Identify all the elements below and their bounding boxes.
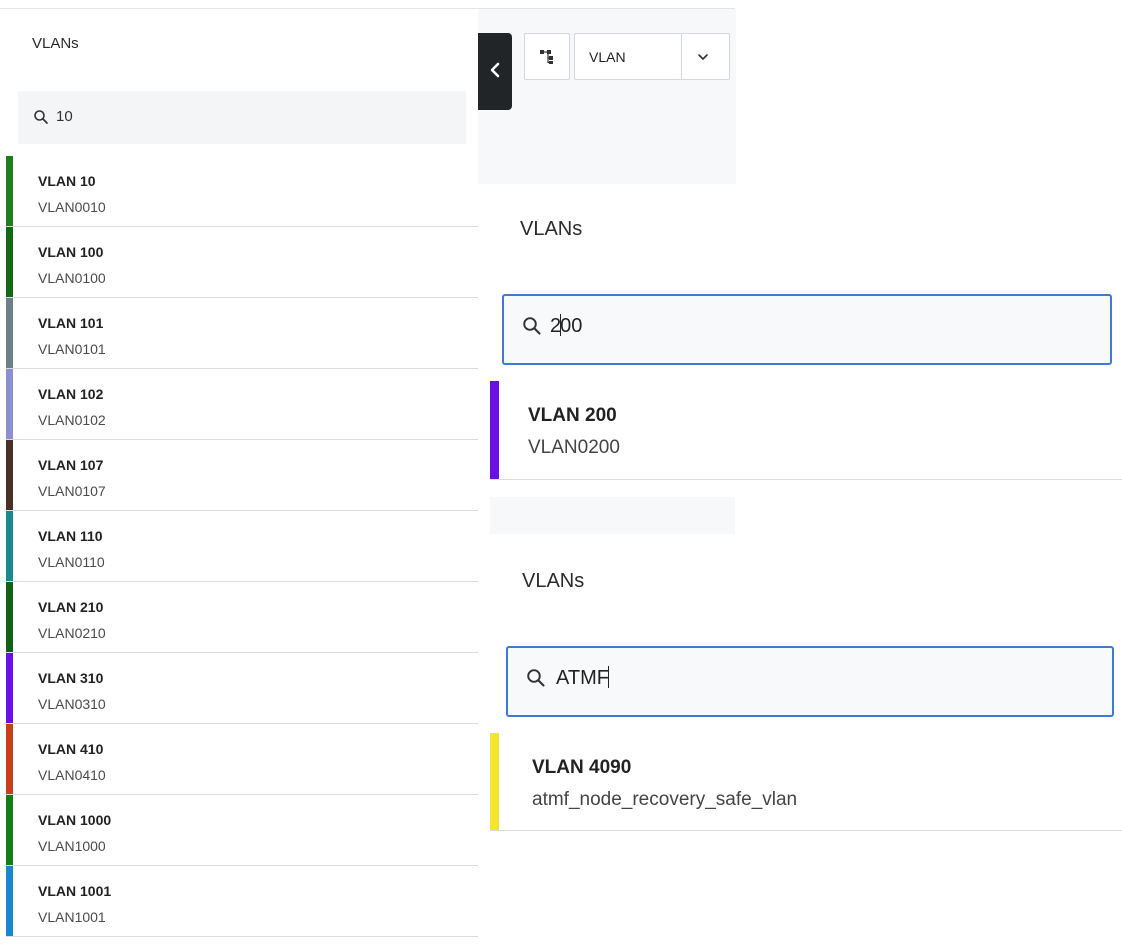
list-item[interactable]: VLAN 210 VLAN0210 bbox=[6, 582, 478, 653]
chevron-left-icon bbox=[490, 62, 500, 78]
vlan-name: VLAN 1000 bbox=[38, 812, 112, 828]
vlan-panel-search-atmf: VLANs ATMF VLAN 4090 atmf_node_recovery_… bbox=[490, 534, 1122, 949]
vlan-name: VLAN 110 bbox=[38, 528, 103, 544]
vlan-color-bar bbox=[6, 724, 13, 794]
vlan-description: VLAN0410 bbox=[38, 767, 106, 783]
panel-separator bbox=[490, 497, 735, 534]
vlan-name: VLAN 210 bbox=[38, 599, 104, 615]
search-input[interactable]: 10 bbox=[18, 91, 466, 144]
select-divider bbox=[681, 34, 682, 79]
vlan-description: atmf_node_recovery_safe_vlan bbox=[532, 789, 798, 810]
vlan-color-bar bbox=[6, 866, 13, 936]
search-value: ATMF bbox=[556, 666, 609, 689]
search-icon bbox=[523, 317, 541, 335]
vlan-name: VLAN 10 bbox=[38, 173, 96, 189]
vlan-color-bar bbox=[6, 440, 13, 510]
vlan-description: VLAN0110 bbox=[38, 554, 105, 570]
vlan-color-bar bbox=[6, 653, 13, 723]
list-item[interactable]: VLAN 102 VLAN0102 bbox=[6, 369, 478, 440]
collapse-panel-button[interactable] bbox=[478, 33, 512, 110]
vlan-description: VLAN0210 bbox=[38, 625, 106, 641]
list-item[interactable]: VLAN 1000 VLAN1000 bbox=[6, 795, 478, 866]
list-item[interactable]: VLAN 101 VLAN0101 bbox=[6, 298, 478, 369]
search-input[interactable]: 200 bbox=[502, 294, 1112, 365]
vlan-description: VLAN0010 bbox=[38, 199, 106, 215]
list-item[interactable]: VLAN 10 VLAN0010 bbox=[6, 156, 478, 227]
list-item[interactable]: VLAN 107 VLAN0107 bbox=[6, 440, 478, 511]
vlan-name: VLAN 4090 bbox=[532, 757, 632, 778]
list-item[interactable]: VLAN 1001 VLAN1001 bbox=[6, 866, 478, 937]
vlan-name: VLAN 101 bbox=[38, 315, 104, 331]
search-value: 200 bbox=[550, 314, 583, 337]
vlan-description: VLAN0101 bbox=[38, 341, 106, 357]
list-item[interactable]: VLAN 410 VLAN0410 bbox=[6, 724, 478, 795]
hierarchy-icon bbox=[540, 50, 553, 64]
vlan-description: VLAN1001 bbox=[38, 909, 106, 925]
search-input[interactable]: ATMF bbox=[506, 646, 1114, 717]
panel-title: VLANs bbox=[520, 218, 583, 240]
vlan-color-bar bbox=[490, 733, 499, 830]
chevron-down-icon bbox=[698, 54, 708, 60]
list-item[interactable]: VLAN 110 VLAN0110 bbox=[6, 511, 478, 582]
vlan-name: VLAN 107 bbox=[38, 457, 104, 473]
vlan-color-bar bbox=[6, 156, 13, 226]
vlan-color-bar bbox=[490, 381, 499, 479]
vlan-description: VLAN0102 bbox=[38, 412, 106, 428]
vlan-panel-search-200: VLANs 200 VLAN 200 VLAN0200 bbox=[490, 184, 1122, 497]
vlan-name: VLAN 100 bbox=[38, 244, 104, 260]
vlan-name: VLAN 102 bbox=[38, 386, 104, 402]
list-item[interactable]: VLAN 4090 atmf_node_recovery_safe_vlan bbox=[490, 733, 1122, 831]
vlan-name: VLAN 1001 bbox=[38, 883, 112, 899]
vlan-name: VLAN 310 bbox=[38, 670, 104, 686]
vlan-name: VLAN 410 bbox=[38, 741, 104, 757]
search-icon bbox=[527, 669, 545, 687]
vlan-description: VLAN0200 bbox=[528, 437, 620, 458]
vlan-list: VLAN 10 VLAN0010 VLAN 100 VLAN0100 VLAN 101 V… bbox=[6, 156, 478, 937]
vlan-description: VLAN0310 bbox=[38, 696, 106, 712]
topology-view-button[interactable] bbox=[524, 33, 570, 80]
vlan-color-bar bbox=[6, 795, 13, 865]
list-item[interactable]: VLAN 200 VLAN0200 bbox=[490, 381, 1122, 480]
vlan-description: VLAN1000 bbox=[38, 838, 106, 854]
vlan-color-bar bbox=[6, 511, 13, 581]
view-select-value: VLAN bbox=[589, 49, 626, 65]
panel-title: VLANs bbox=[522, 570, 585, 592]
vlan-color-bar bbox=[6, 582, 13, 652]
list-item[interactable]: VLAN 310 VLAN0310 bbox=[6, 653, 478, 724]
vlan-description: VLAN0107 bbox=[38, 483, 106, 499]
vlan-panel-left: VLANs 10 VLAN 10 VLAN0010 VLAN 100 VLAN0100… bbox=[0, 9, 478, 949]
vlan-name: VLAN 200 bbox=[528, 405, 617, 426]
panel-title: VLANs bbox=[32, 35, 79, 52]
search-icon bbox=[34, 110, 48, 124]
list-item[interactable]: VLAN 100 VLAN0100 bbox=[6, 227, 478, 298]
vlan-description: VLAN0100 bbox=[38, 270, 106, 286]
vlan-color-bar bbox=[6, 227, 13, 297]
vlan-color-bar bbox=[6, 369, 13, 439]
view-select[interactable]: VLAN bbox=[574, 33, 730, 80]
search-value: 10 bbox=[56, 108, 73, 125]
vlan-color-bar bbox=[6, 298, 13, 368]
